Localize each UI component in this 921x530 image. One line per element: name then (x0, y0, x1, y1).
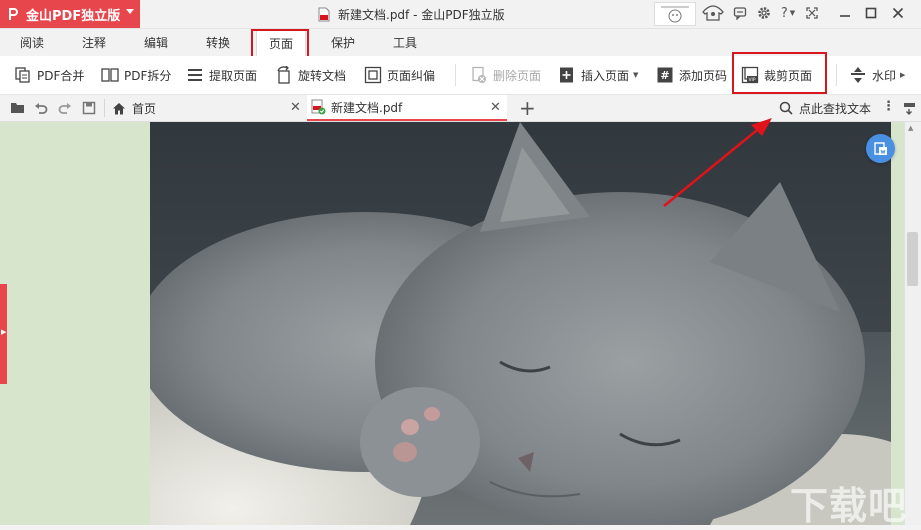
split-icon (101, 68, 119, 82)
title-bar: 金山PDF独立版 新建文档.pdf - 金山PDF独立版 ? ▼ (0, 0, 921, 29)
fullscreen-button[interactable] (801, 2, 823, 24)
chevron-down-icon: ▼ (633, 71, 639, 79)
thumbnail-icon (903, 102, 915, 115)
vertical-scrollbar[interactable]: ▲ (904, 122, 921, 525)
save-icon (82, 101, 96, 115)
watermark-icon (851, 67, 865, 83)
search-text-button[interactable]: 点此查找文本 (779, 95, 871, 121)
toolbar-divider (455, 64, 456, 86)
scroll-up-icon[interactable]: ▲ (908, 124, 913, 132)
convert-icon (873, 141, 887, 155)
settings-icon (758, 7, 770, 19)
undo-button[interactable] (32, 99, 50, 117)
open-folder-icon (11, 103, 24, 113)
tab-annotate[interactable]: 注释 (72, 29, 116, 56)
toolbar-divider (836, 64, 837, 86)
delete-pages-button[interactable]: 删除页面 (470, 56, 541, 94)
help-icon: ? (780, 5, 788, 21)
close-icon (892, 7, 904, 19)
tab-home-label: 首页 (132, 101, 157, 116)
tab-home[interactable]: 首页 ✕ (110, 95, 305, 121)
help-button[interactable]: ? ▼ (776, 2, 800, 24)
maximize-icon (865, 7, 877, 19)
app-brand-menu[interactable]: 金山PDF独立版 (0, 0, 140, 28)
page-deskew-button[interactable]: 页面纠偏 (364, 56, 435, 94)
rotate-document-button[interactable]: 旋转文档 (275, 56, 346, 94)
window-title: 新建文档.pdf - 金山PDF独立版 (318, 5, 505, 23)
pdf-document-icon (318, 7, 330, 21)
merge-icon (15, 67, 30, 83)
tab-page-highlight (251, 29, 309, 59)
tab-tools[interactable]: 工具 (383, 29, 427, 56)
insert-pages-button[interactable]: 插入页面 ▼ (558, 56, 638, 94)
settings-button[interactable] (753, 2, 775, 24)
more-icon[interactable]: ⋮ (882, 99, 895, 114)
page-toolbar: PDF合并 PDF拆分 提取页面 旋转文档 页面纠偏 删除页面 插入页面 ▼ #… (0, 52, 921, 95)
skin-icon (702, 5, 724, 21)
tab-protect[interactable]: 保护 (321, 29, 365, 56)
pdf-split-button[interactable]: PDF拆分 (101, 56, 171, 94)
pdf-logo-icon (9, 8, 18, 20)
site-watermark: 下载吧 (790, 484, 908, 528)
insert-page-icon (560, 67, 573, 83)
page-number-icon: # (657, 67, 673, 83)
message-button[interactable] (729, 2, 751, 24)
chevron-right-icon: ▶ (1, 328, 7, 336)
message-icon (733, 7, 747, 20)
tab-edit[interactable]: 编辑 (134, 29, 178, 56)
redo-button[interactable] (56, 99, 74, 117)
extract-pages-button[interactable]: 提取页面 (186, 56, 257, 94)
add-tab-icon[interactable]: + (519, 96, 536, 120)
chevron-right-icon[interactable]: ▶ (900, 71, 905, 79)
home-icon (113, 102, 125, 114)
crop-page-highlight (732, 52, 827, 94)
annotation-arrow (663, 118, 772, 207)
extract-icon (188, 69, 202, 81)
close-icon[interactable]: ✕ (490, 100, 501, 115)
chevron-down-icon: ▼ (789, 9, 796, 17)
side-panel-toggle[interactable]: ▶ (0, 284, 7, 384)
search-text-label: 点此查找文本 (799, 101, 872, 116)
undo-icon (35, 103, 48, 114)
pdf-to-word-float-button[interactable] (866, 134, 895, 163)
divider (104, 99, 105, 117)
svg-text:#: # (660, 69, 669, 82)
scrollbar-thumb[interactable] (907, 232, 918, 286)
add-page-number-button[interactable]: # 添加页码 (656, 56, 727, 94)
deskew-icon (364, 66, 382, 84)
chevron-down-icon[interactable] (126, 9, 134, 14)
minimize-icon (840, 15, 850, 17)
tab-convert[interactable]: 转换 (196, 29, 240, 56)
pdf-merge-button[interactable]: PDF合并 (14, 56, 84, 94)
avatar[interactable] (654, 2, 696, 26)
maximize-button[interactable] (860, 2, 882, 24)
redo-icon (58, 103, 71, 114)
open-button[interactable] (9, 99, 27, 117)
delete-page-icon (472, 66, 486, 83)
tab-document[interactable]: 新建文档.pdf ✕ (307, 95, 507, 121)
minimize-button[interactable] (834, 2, 856, 24)
fullscreen-icon (806, 7, 818, 19)
save-button[interactable] (80, 99, 98, 117)
skin-button[interactable] (699, 2, 727, 24)
app-brand-name: 金山PDF独立版 (26, 8, 121, 24)
close-button[interactable] (887, 2, 909, 24)
pdf-document-icon (311, 99, 326, 115)
avatar-icon (661, 6, 689, 23)
window-title-text: 新建文档.pdf - 金山PDF独立版 (338, 7, 505, 22)
watermark-button[interactable]: 水印 ▶ (849, 56, 905, 94)
rotate-icon (277, 66, 290, 84)
tab-read[interactable]: 阅读 (10, 29, 54, 56)
tab-document-label: 新建文档.pdf (331, 100, 403, 115)
document-tab-bar: 首页 ✕ 新建文档.pdf ✕ + 点此查找文本 ⋮ (0, 95, 921, 122)
thumbnail-panel-button[interactable] (900, 99, 918, 117)
search-icon (779, 101, 793, 115)
close-icon[interactable]: ✕ (290, 100, 301, 115)
